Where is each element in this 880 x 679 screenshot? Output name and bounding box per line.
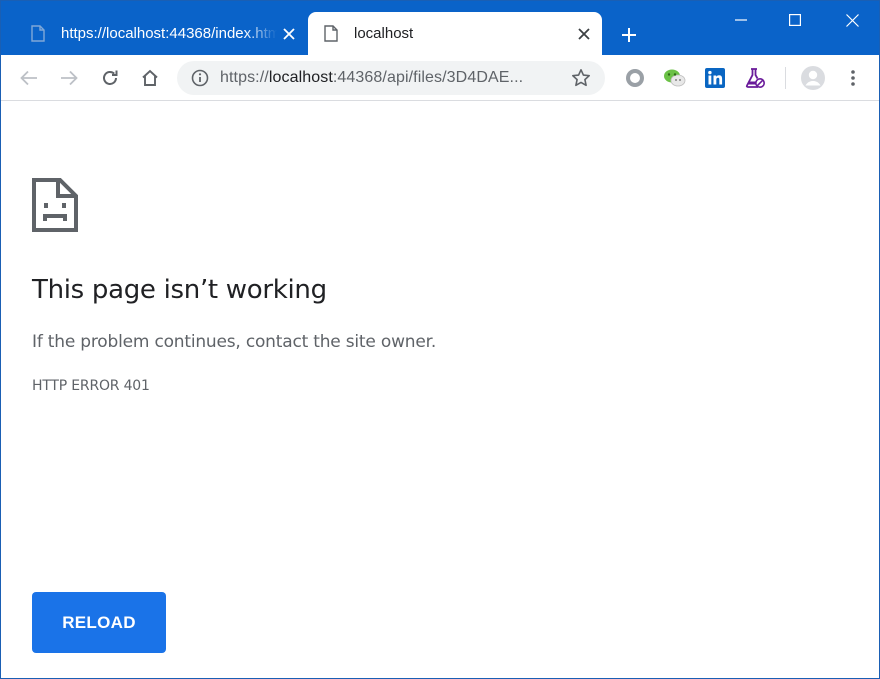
wechat-extension-button[interactable] xyxy=(661,64,689,92)
page-icon xyxy=(29,24,47,44)
tab-localhost[interactable]: localhost xyxy=(308,12,602,55)
minimize-button[interactable] xyxy=(722,5,760,35)
forward-arrow-icon xyxy=(61,70,78,86)
page-icon xyxy=(322,24,340,44)
back-arrow-icon xyxy=(20,70,37,86)
url-scheme: https:// xyxy=(220,69,269,86)
toolbar-separator xyxy=(785,67,786,89)
tab-title: localhost xyxy=(354,25,414,42)
close-tab-icon[interactable] xyxy=(572,22,596,46)
reload-button[interactable]: RELOAD xyxy=(32,592,166,653)
bookmark-star-icon[interactable] xyxy=(569,66,593,90)
linkedin-extension-icon xyxy=(705,68,725,88)
home-icon xyxy=(142,69,158,86)
linkedin-extension-button[interactable] xyxy=(701,64,729,92)
url-path: :44368/api/files/3D4DAE... xyxy=(332,69,524,86)
extension-circle-button[interactable] xyxy=(621,64,649,92)
url-text: https://localhost:44368/api/files/3D4DAE… xyxy=(220,69,569,87)
tab-title: https://localhost:44368/index.html xyxy=(61,25,277,42)
tab-index[interactable]: https://localhost:44368/index.html xyxy=(15,12,307,55)
toolbar: https://localhost:44368/api/files/3D4DAE… xyxy=(1,55,879,101)
plus-icon xyxy=(622,28,636,42)
flask-extension-icon xyxy=(745,68,765,88)
reload-toolbar-button[interactable] xyxy=(96,64,124,92)
error-code: HTTP ERROR 401 xyxy=(32,378,150,394)
flask-extension-button[interactable] xyxy=(741,64,769,92)
maximize-button[interactable] xyxy=(776,5,814,35)
url-host: localhost xyxy=(268,69,333,86)
close-window-button[interactable] xyxy=(833,5,871,35)
extension-circle-icon xyxy=(626,69,644,87)
avatar-icon xyxy=(801,66,825,90)
back-button[interactable] xyxy=(15,64,43,92)
home-button[interactable] xyxy=(136,64,164,92)
wechat-extension-icon xyxy=(664,69,686,87)
maximize-icon xyxy=(789,14,801,26)
page-title: This page isn’t working xyxy=(32,275,327,305)
tab-strip: https://localhost:44368/index.html local… xyxy=(1,1,879,55)
menu-button[interactable] xyxy=(839,64,867,92)
error-page: This page isn’t working If the problem c… xyxy=(1,101,879,678)
close-icon xyxy=(845,13,859,27)
minimize-icon xyxy=(735,19,747,21)
forward-button[interactable] xyxy=(55,64,83,92)
browser-window: https://localhost:44368/index.html local… xyxy=(0,0,880,679)
profile-button[interactable] xyxy=(799,64,827,92)
address-bar[interactable]: https://localhost:44368/api/files/3D4DAE… xyxy=(177,61,605,95)
sad-page-icon xyxy=(32,178,78,232)
more-vertical-icon xyxy=(851,70,855,86)
info-icon[interactable] xyxy=(190,68,210,88)
reload-icon xyxy=(103,70,118,85)
new-tab-button[interactable] xyxy=(615,21,643,49)
error-message: If the problem continues, contact the si… xyxy=(32,332,437,352)
close-tab-icon[interactable] xyxy=(277,22,301,46)
